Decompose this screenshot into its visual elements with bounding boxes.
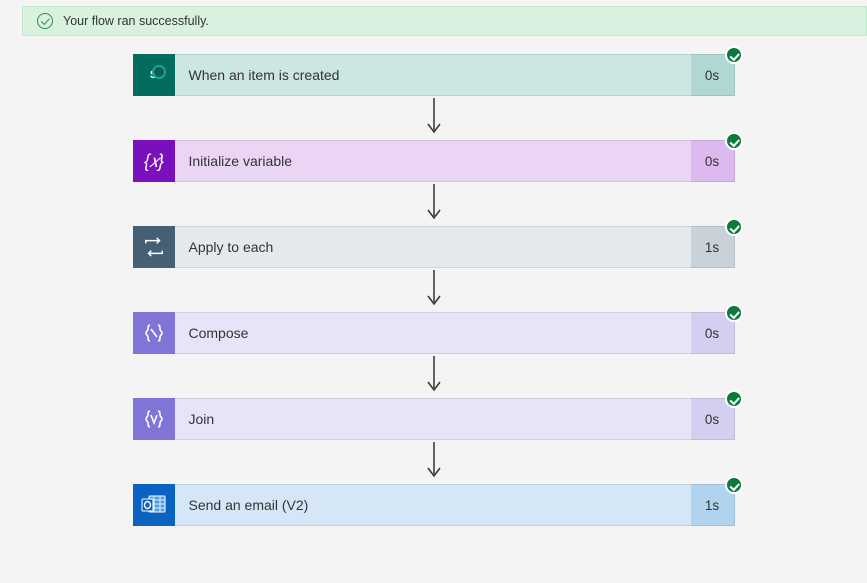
- step-label: When an item is created: [175, 54, 691, 96]
- success-status-icon: [725, 476, 743, 494]
- loop-icon: [133, 226, 175, 268]
- success-status-icon: [725, 46, 743, 64]
- flow-connector-arrow: [424, 268, 444, 312]
- step-label: Join: [175, 398, 691, 440]
- step-label: Apply to each: [175, 226, 691, 268]
- step-label: Compose: [175, 312, 691, 354]
- success-status-icon: [725, 390, 743, 408]
- flow-connector-arrow: [424, 96, 444, 140]
- success-status-icon: [725, 218, 743, 236]
- step-label: Initialize variable: [175, 140, 691, 182]
- flow-connector-arrow: [424, 182, 444, 226]
- step-label: Send an email (V2): [175, 484, 691, 526]
- flow-step-trigger[interactable]: S When an item is created 0s: [133, 54, 735, 96]
- flow-step-apply-to-each[interactable]: Apply to each 1s: [133, 226, 735, 268]
- flow-step-send-email[interactable]: Send an email (V2) 1s: [133, 484, 735, 526]
- flow-step-join[interactable]: Join 0s: [133, 398, 735, 440]
- join-icon: [133, 398, 175, 440]
- compose-icon: [133, 312, 175, 354]
- check-circle-icon: [37, 13, 53, 29]
- flow-step-initialize-variable[interactable]: {𝑥} Initialize variable 0s: [133, 140, 735, 182]
- flow-step-compose[interactable]: Compose 0s: [133, 312, 735, 354]
- flow-connector-arrow: [424, 354, 444, 398]
- success-status-icon: [725, 132, 743, 150]
- variable-icon: {𝑥}: [133, 140, 175, 182]
- success-banner: Your flow ran successfully.: [22, 6, 867, 36]
- sharepoint-icon: S: [133, 54, 175, 96]
- flow-connector-arrow: [424, 440, 444, 484]
- success-status-icon: [725, 304, 743, 322]
- outlook-icon: [133, 484, 175, 526]
- banner-message: Your flow ran successfully.: [63, 14, 209, 28]
- flow-canvas: S When an item is created 0s {𝑥} Initial…: [0, 54, 867, 546]
